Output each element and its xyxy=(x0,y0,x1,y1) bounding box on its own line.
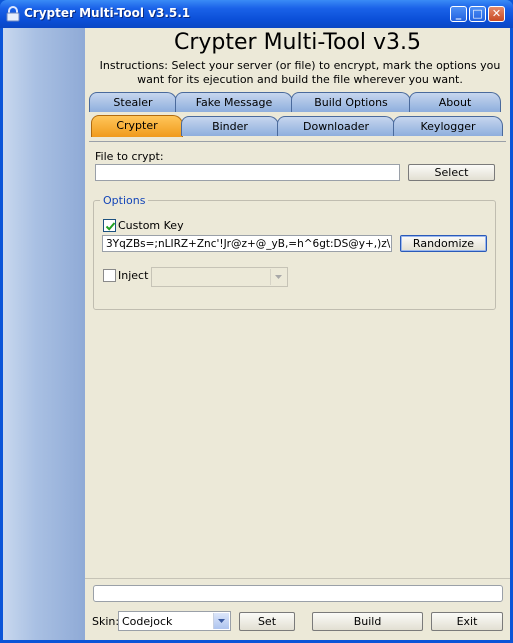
inject-checkbox[interactable] xyxy=(103,269,116,282)
footer-separator xyxy=(85,578,510,579)
inject-label: Inject xyxy=(118,269,149,282)
tab-binder[interactable]: Binder xyxy=(181,116,279,136)
file-to-crypt-label: File to crypt: xyxy=(95,150,164,163)
options-group-title: Options xyxy=(100,194,149,207)
set-button[interactable]: Set xyxy=(239,612,295,631)
skin-value: Codejock xyxy=(122,615,173,628)
randomize-button[interactable]: Randomize xyxy=(400,235,487,252)
select-button[interactable]: Select xyxy=(408,164,495,181)
client-area: Crypter Multi-Tool v3.5 Instructions: Se… xyxy=(3,28,510,640)
skin-label: Skin: xyxy=(92,615,120,628)
close-button[interactable]: ✕ xyxy=(488,6,505,22)
maximize-button[interactable]: □ xyxy=(469,6,486,22)
chevron-down-icon xyxy=(270,269,286,285)
tab-crypter[interactable]: Crypter xyxy=(91,115,183,137)
tab-fake-message[interactable]: Fake Message xyxy=(175,92,293,112)
exit-button[interactable]: Exit xyxy=(431,612,503,631)
file-path-input[interactable] xyxy=(95,164,400,181)
instructions-text: Instructions: Select your server (or fil… xyxy=(99,59,501,86)
tab-keylogger[interactable]: Keylogger xyxy=(393,116,503,136)
minimize-icon: _ xyxy=(455,7,462,20)
close-icon: ✕ xyxy=(491,7,502,20)
side-gradient-strip xyxy=(3,28,85,640)
minimize-button[interactable]: _ xyxy=(450,6,467,22)
app-window: Crypter Multi-Tool v3.5.1 _ □ ✕ Crypter … xyxy=(0,0,513,643)
build-button[interactable]: Build xyxy=(312,612,423,631)
inject-target-dropdown[interactable] xyxy=(151,267,288,287)
title-bar[interactable]: Crypter Multi-Tool v3.5.1 _ □ ✕ xyxy=(0,0,513,28)
build-progress-bar xyxy=(93,585,503,602)
tab-about[interactable]: About xyxy=(409,92,501,112)
tab-build-options[interactable]: Build Options xyxy=(291,92,411,112)
padlock-icon xyxy=(6,6,20,22)
skin-dropdown[interactable]: Codejock xyxy=(118,611,231,631)
custom-key-input[interactable]: 3YqZBs=;nLIRZ+Znc'!Jr@z+@_yB,=h^6gt:DS@y… xyxy=(102,235,392,252)
custom-key-checkbox[interactable] xyxy=(103,219,116,232)
app-title: Crypter Multi-Tool v3.5 xyxy=(173,30,422,55)
maximize-icon: □ xyxy=(472,7,483,20)
window-title: Crypter Multi-Tool v3.5.1 xyxy=(24,6,191,20)
tab-downloader[interactable]: Downloader xyxy=(277,116,395,136)
tab-stealer[interactable]: Stealer xyxy=(89,92,177,112)
chevron-down-icon xyxy=(213,613,229,629)
options-group: Options Custom Key 3YqZBs=;nLIRZ+Znc'!Jr… xyxy=(93,194,496,310)
custom-key-label: Custom Key xyxy=(118,219,184,232)
main-panel: Crypter Multi-Tool v3.5 Instructions: Se… xyxy=(85,28,510,640)
checkmark-icon xyxy=(105,222,116,231)
